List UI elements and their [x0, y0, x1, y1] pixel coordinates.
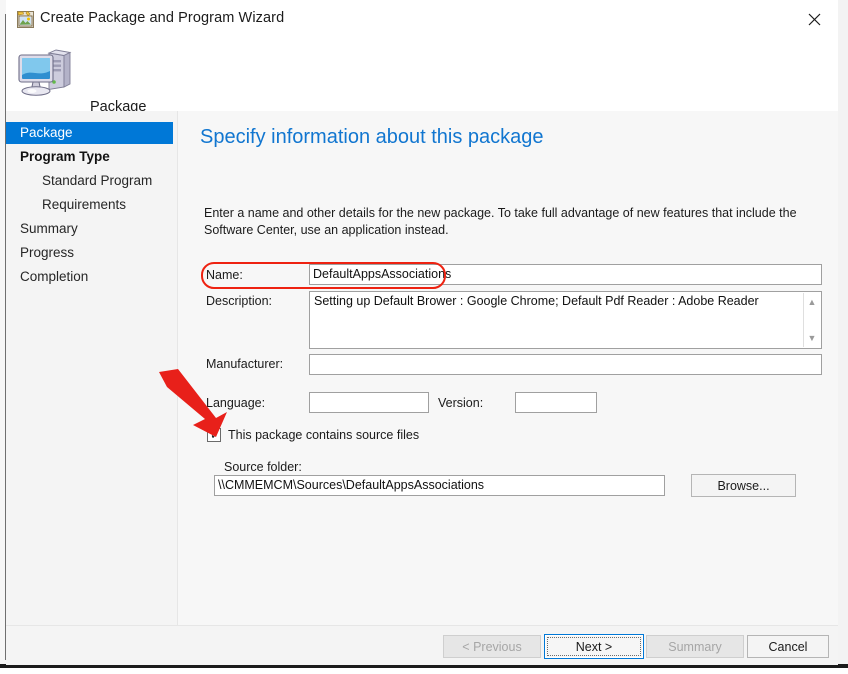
wizard-steps-sidebar: Package Program Type Standard Program Re…	[6, 111, 177, 625]
sidebar-item-label: Standard Program	[42, 173, 153, 188]
background-window-bottom-filler	[0, 668, 848, 674]
sidebar-item-label: Progress	[20, 245, 75, 260]
wizard-footer: < Previous Next > Summary Cancel	[6, 625, 838, 665]
checkmark-icon: ✓	[210, 428, 221, 442]
close-icon[interactable]	[792, 3, 838, 34]
source-files-checkbox[interactable]: ✓	[207, 428, 221, 442]
sidebar-item-label: Program Type	[20, 149, 110, 164]
next-button-label: Next >	[547, 637, 641, 656]
version-input[interactable]	[515, 392, 597, 413]
window-title: Create Package and Program Wizard	[40, 10, 285, 26]
description-scrollbar[interactable]: ▲ ▼	[803, 293, 820, 347]
wizard-content-pane: Specify information about this package E…	[178, 111, 838, 625]
wizard-header: Package	[6, 35, 838, 115]
intro-description: Enter a name and other details for the n…	[204, 206, 797, 237]
scroll-up-icon[interactable]: ▲	[804, 295, 820, 309]
cancel-button[interactable]: Cancel	[747, 635, 829, 658]
name-label: Name:	[206, 268, 243, 282]
sidebar-item-label: Summary	[20, 221, 78, 236]
language-label: Language:	[206, 396, 266, 410]
name-input[interactable]: DefaultAppsAssociations	[309, 264, 822, 285]
manufacturer-input[interactable]	[309, 354, 822, 375]
scroll-down-icon[interactable]: ▼	[804, 331, 820, 345]
computer-monitor-icon	[16, 47, 72, 99]
source-folder-label: Source folder:	[224, 460, 302, 474]
sidebar-item-requirements[interactable]: Requirements	[6, 194, 173, 216]
sidebar-item-completion[interactable]: Completion	[6, 266, 173, 288]
description-text: Setting up Default Brower : Google Chrom…	[314, 294, 759, 308]
source-files-checkbox-label[interactable]: This package contains source files	[228, 428, 419, 442]
title-bar: Create Package and Program Wizard	[6, 3, 838, 35]
sidebar-item-standard-program[interactable]: Standard Program	[6, 170, 173, 192]
sidebar-item-label: Completion	[20, 269, 89, 284]
previous-button[interactable]: < Previous	[443, 635, 541, 658]
language-input[interactable]	[309, 392, 429, 413]
create-package-wizard-dialog: Create Package and Program Wizard Packag…	[6, 3, 838, 665]
sidebar-item-program-type[interactable]: Program Type	[6, 146, 173, 168]
browse-button[interactable]: Browse...	[691, 474, 796, 497]
description-label: Description:	[206, 294, 272, 308]
source-folder-input[interactable]: \\CMMEMCM\Sources\DefaultAppsAssociation…	[214, 475, 665, 496]
sidebar-item-label: Package	[20, 125, 73, 140]
sidebar-item-label: Requirements	[42, 197, 127, 212]
description-input[interactable]: Setting up Default Brower : Google Chrom…	[309, 291, 822, 349]
page-title: Specify information about this package	[200, 126, 544, 148]
summary-button[interactable]: Summary	[646, 635, 744, 658]
background-window-right-edge	[838, 0, 848, 674]
wizard-package-icon	[17, 11, 34, 28]
sidebar-item-summary[interactable]: Summary	[6, 218, 173, 240]
next-button[interactable]: Next >	[544, 634, 644, 659]
sidebar-item-package[interactable]: Package	[6, 122, 173, 144]
version-label: Version:	[438, 396, 484, 410]
sidebar-item-progress[interactable]: Progress	[6, 242, 173, 264]
manufacturer-label: Manufacturer:	[206, 357, 284, 371]
